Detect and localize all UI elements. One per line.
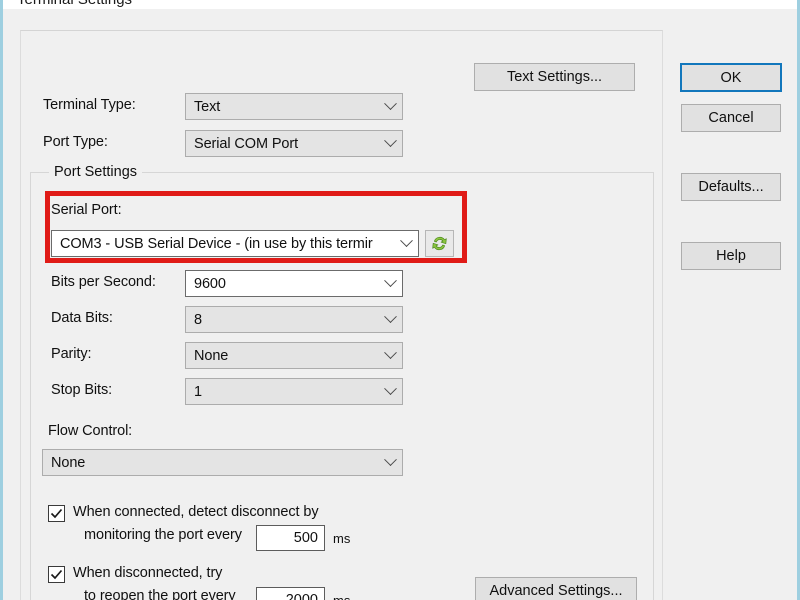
chevron-down-icon[interactable] [378,271,402,296]
chevron-down-icon[interactable] [394,231,418,256]
reopen-interval-input[interactable]: 2000 [256,587,325,600]
parity-combobox[interactable]: None [185,342,403,369]
terminal-settings-dialog: Terminal Settings Terminal Type: Text Po… [0,0,800,600]
bits-per-second-combobox[interactable]: 9600 [185,270,403,297]
bits-per-second-value: 9600 [194,275,226,292]
chevron-down-icon[interactable] [378,94,402,119]
reopen-port-checkbox[interactable] [48,566,65,583]
reopen-port-label-line2: to reopen the port every [84,588,236,600]
flow-control-combobox[interactable]: None [42,449,403,476]
data-bits-combobox[interactable]: 8 [185,306,403,333]
terminal-type-value: Text [194,98,221,115]
reopen-port-label-line1: When disconnected, try [73,565,223,581]
check-icon [50,569,63,580]
ok-button[interactable]: OK [680,63,782,92]
monitor-interval-input[interactable]: 500 [256,525,325,551]
reopen-interval-unit: ms [333,593,350,600]
chevron-down-icon[interactable] [378,379,402,404]
serial-port-value: COM3 - USB Serial Device - (in use by th… [60,235,373,252]
cancel-button[interactable]: Cancel [681,104,781,132]
data-bits-label: Data Bits: [51,310,113,326]
port-settings-group-title: Port Settings [49,164,143,180]
defaults-button[interactable]: Defaults... [681,173,781,201]
refresh-icon [432,236,447,251]
detect-disconnect-checkbox[interactable] [48,505,65,522]
serial-port-label: Serial Port: [51,202,122,218]
dialog-client-area: Terminal Type: Text Port Type: Serial CO… [3,9,797,600]
port-type-label: Port Type: [43,134,108,150]
detect-disconnect-label-line2: monitoring the port every [84,527,242,543]
flow-control-label: Flow Control: [48,423,133,439]
flow-control-value: None [51,454,86,471]
bits-per-second-label: Bits per Second: [51,274,156,290]
parity-value: None [194,347,229,364]
terminal-type-combobox[interactable]: Text [185,93,403,120]
port-type-value: Serial COM Port [194,135,299,152]
stop-bits-combobox[interactable]: 1 [185,378,403,405]
chevron-down-icon[interactable] [378,307,402,332]
check-icon [50,508,63,519]
chevron-down-icon[interactable] [378,343,402,368]
data-bits-value: 8 [194,311,202,328]
serial-port-combobox[interactable]: COM3 - USB Serial Device - (in use by th… [51,230,419,257]
chevron-down-icon[interactable] [378,450,402,475]
terminal-type-label: Terminal Type: [43,97,136,113]
chevron-down-icon[interactable] [378,131,402,156]
text-settings-button[interactable]: Text Settings... [474,63,635,91]
stop-bits-label: Stop Bits: [51,382,113,398]
stop-bits-value: 1 [194,383,202,400]
advanced-settings-button[interactable]: Advanced Settings... [475,577,637,600]
port-type-combobox[interactable]: Serial COM Port [185,130,403,157]
settings-panel: Terminal Type: Text Port Type: Serial CO… [20,30,663,600]
window-title: Terminal Settings [17,0,132,8]
title-bar: Terminal Settings [3,0,797,9]
help-button[interactable]: Help [681,242,781,270]
refresh-ports-button[interactable] [425,230,454,257]
monitor-interval-unit: ms [333,531,351,546]
detect-disconnect-label-line1: When connected, detect disconnect by [73,504,319,520]
parity-label: Parity: [51,346,92,362]
